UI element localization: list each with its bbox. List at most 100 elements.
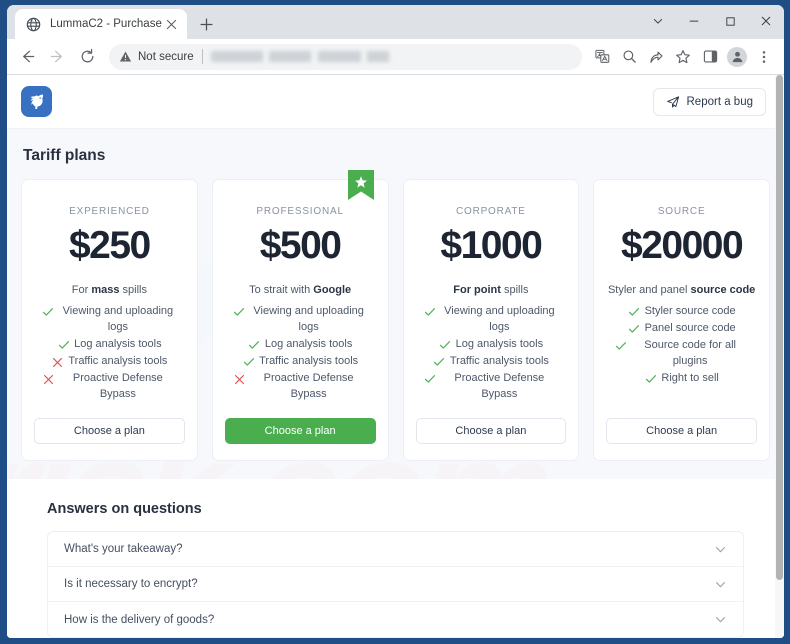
url-text-redacted[interactable] [211, 51, 511, 62]
site-header: Report a bug [7, 75, 784, 129]
plan-feature: Styler source code [606, 304, 757, 320]
plan-card-experienced: EXPERIENCED$250For mass spillsViewing an… [21, 179, 198, 461]
page-viewport: 7 risk.com Report a bug Tariff plans EXP… [7, 75, 784, 638]
star-ribbon-icon [348, 170, 374, 202]
reload-icon[interactable] [73, 43, 101, 71]
plan-feature: Traffic analysis tools [225, 354, 376, 370]
screenshot-frame: LummaC2 - Purchase [0, 0, 790, 644]
plan-feature: Log analysis tools [225, 337, 376, 353]
search-icon[interactable] [616, 44, 642, 70]
plan-card-source: SOURCE$20000Styler and panel source code… [593, 179, 770, 461]
browser-tab[interactable]: LummaC2 - Purchase [15, 9, 187, 39]
bird-logo-icon[interactable] [21, 86, 52, 117]
three-dot-menu-icon[interactable] [751, 44, 777, 70]
maximize-icon[interactable] [712, 5, 748, 37]
side-panel-icon[interactable] [697, 44, 723, 70]
window-controls [640, 5, 784, 37]
plan-feature-list: Styler source codePanel source codeSourc… [606, 303, 757, 388]
plan-feature-label: Log analysis tools [265, 337, 352, 353]
plan-cta-wrap: Choose a plan [606, 404, 757, 444]
browser-window: LummaC2 - Purchase [7, 5, 784, 638]
plan-card-corporate: CORPORATE$1000For point spillsViewing an… [403, 179, 580, 461]
plan-tagline: For point spills [453, 283, 528, 299]
cross-icon [42, 372, 55, 387]
chevron-down-icon[interactable] [714, 613, 727, 626]
plan-feature: Right to sell [606, 371, 757, 387]
plan-feature-label: Source code for all plugins [631, 338, 749, 370]
plan-feature-label: Log analysis tools [456, 337, 543, 353]
faq-question: How is the delivery of goods? [64, 614, 714, 626]
plan-feature-label: Proactive Defense Bypass [440, 371, 558, 403]
plan-tagline-pre: Styler and panel [608, 284, 691, 296]
address-bar[interactable]: Not secure [109, 44, 582, 70]
faq-title: Answers on questions [47, 501, 744, 517]
back-icon[interactable] [13, 43, 41, 71]
plan-name: PROFESSIONAL [256, 206, 343, 217]
check-icon [248, 338, 261, 353]
new-tab-button[interactable] [193, 11, 219, 37]
plan-cta-wrap: Choose a plan [416, 404, 567, 444]
plan-tagline-emphasis: For point [453, 284, 501, 296]
plan-feature-label: Styler source code [645, 304, 736, 320]
tab-title: LummaC2 - Purchase [50, 18, 163, 30]
report-a-bug-label: Report a bug [687, 96, 754, 108]
plan-feature: Log analysis tools [416, 337, 567, 353]
faq-question: Is it necessary to encrypt? [64, 578, 714, 590]
plan-tagline-pre: For [72, 284, 92, 296]
chevron-down-icon[interactable] [714, 578, 727, 591]
plan-cta-wrap: Choose a plan [34, 404, 185, 444]
profile-avatar-icon[interactable] [724, 44, 750, 70]
tab-close-icon[interactable] [163, 16, 179, 32]
chevron-down-icon[interactable] [714, 543, 727, 556]
faq-section: Answers on questions What's your takeawa… [7, 479, 784, 638]
minimize-icon[interactable] [676, 5, 712, 37]
plan-feature: Log analysis tools [34, 337, 185, 353]
share-icon[interactable] [643, 44, 669, 70]
plan-price: $20000 [621, 226, 742, 267]
plan-tagline-post: spills [501, 284, 529, 296]
choose-a-plan-button[interactable]: Choose a plan [225, 418, 376, 444]
omnibox-divider [202, 49, 203, 64]
faq-question: What's your takeaway? [64, 543, 714, 555]
plan-name: EXPERIENCED [69, 206, 150, 217]
cross-icon [233, 372, 246, 387]
plan-feature-label: Viewing and uploading logs [59, 304, 177, 336]
check-icon [628, 305, 641, 320]
globe-icon [25, 16, 41, 32]
check-icon [423, 372, 436, 387]
plan-feature-label: Proactive Defense Bypass [250, 371, 368, 403]
close-icon[interactable] [748, 5, 784, 37]
choose-a-plan-button[interactable]: Choose a plan [606, 418, 757, 444]
report-a-bug-button[interactable]: Report a bug [653, 88, 767, 116]
faq-item[interactable]: What's your takeaway? [48, 532, 743, 567]
translate-icon[interactable] [589, 44, 615, 70]
choose-a-plan-button[interactable]: Choose a plan [34, 418, 185, 444]
check-icon [628, 322, 641, 337]
faq-item[interactable]: Is it necessary to encrypt? [48, 567, 743, 602]
faq-item[interactable]: How is the delivery of goods? [48, 602, 743, 637]
check-icon [433, 355, 446, 370]
check-icon [42, 305, 55, 320]
check-icon [614, 339, 627, 354]
plan-tagline-emphasis: Google [313, 284, 351, 296]
plan-feature: Proactive Defense Bypass [34, 371, 185, 403]
check-icon [423, 305, 436, 320]
security-status-label: Not secure [138, 51, 194, 63]
plan-feature-label: Traffic analysis tools [259, 354, 358, 370]
cross-icon [51, 355, 64, 370]
plan-feature-label: Proactive Defense Bypass [59, 371, 177, 403]
plan-tagline-pre: To strait with [249, 284, 313, 296]
plan-card-professional: PROFESSIONAL$500To strait with GoogleVie… [212, 179, 389, 461]
plan-feature: Viewing and uploading logs [225, 304, 376, 336]
choose-a-plan-button[interactable]: Choose a plan [416, 418, 567, 444]
web-page: 7 risk.com Report a bug Tariff plans EXP… [7, 75, 784, 638]
plan-feature-label: Log analysis tools [74, 337, 161, 353]
chevron-down-icon[interactable] [640, 5, 676, 37]
plan-feature-list: Viewing and uploading logsLog analysis t… [416, 303, 567, 404]
page-scrollbar[interactable] [775, 75, 784, 638]
scrollbar-thumb[interactable] [776, 75, 783, 580]
bookmark-star-icon[interactable] [670, 44, 696, 70]
warning-triangle-icon [119, 50, 132, 63]
forward-icon[interactable] [43, 43, 71, 71]
faq-list: What's your takeaway? Is it necessary to … [47, 531, 744, 638]
